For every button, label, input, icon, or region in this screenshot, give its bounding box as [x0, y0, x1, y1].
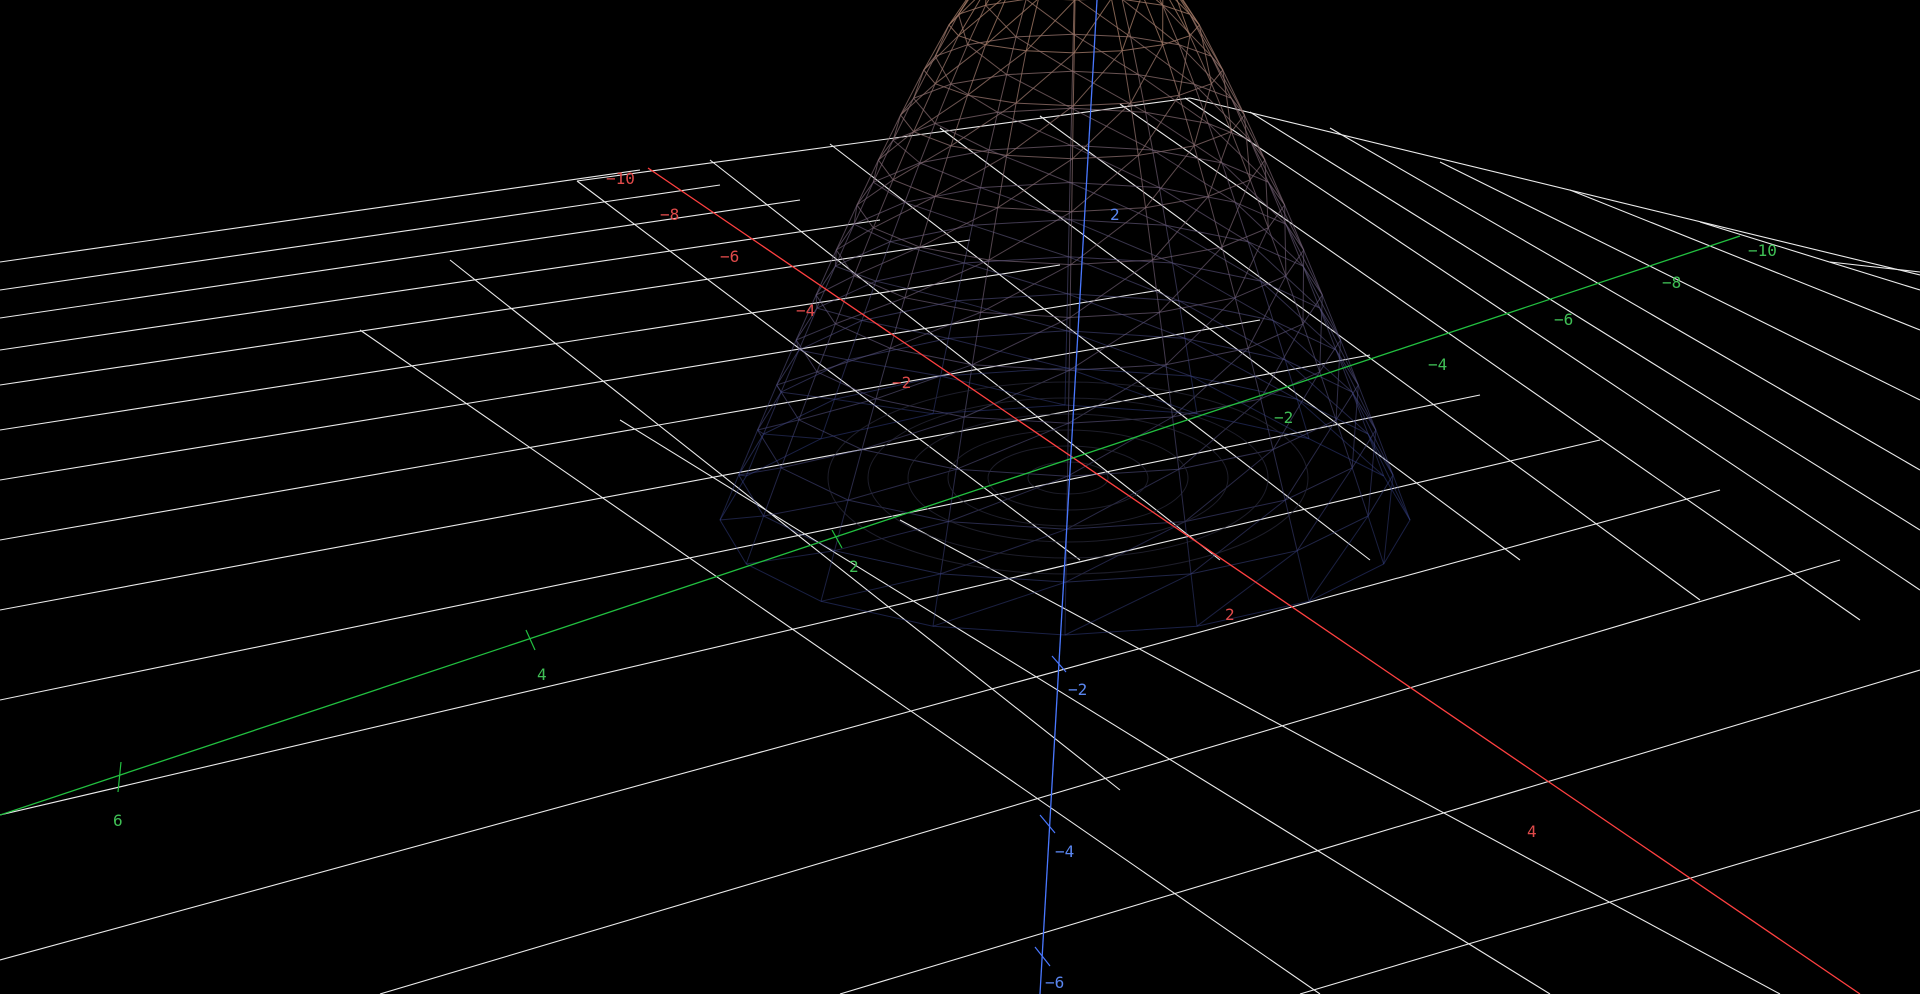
y-tick-label: −8	[1662, 273, 1681, 292]
y-tick-label: −6	[1554, 310, 1573, 329]
x-tick-label: −4	[796, 301, 815, 320]
y-tick-label: 2	[849, 557, 859, 576]
z-tick-label: −2	[1068, 680, 1087, 699]
x-tick-label: −6	[720, 247, 739, 266]
y-tick-label: 4	[537, 665, 547, 684]
x-tick-label: −10	[606, 169, 635, 188]
x-tick-label: 4	[1527, 822, 1537, 841]
3d-viewport[interactable]: −10 −8 −6 −4 −2 2 4 −10 −8 −6 −4 −2 2 4 …	[0, 0, 1920, 994]
x-tick-label: 2	[1225, 605, 1235, 624]
z-tick-label: 2	[1110, 205, 1120, 224]
y-tick-label: −4	[1428, 355, 1447, 374]
x-tick-label: −2	[892, 373, 911, 392]
y-tick-label: −2	[1274, 408, 1293, 427]
y-tick-label: 6	[113, 811, 123, 830]
viewport-background	[0, 0, 1920, 994]
z-tick-label: −6	[1045, 973, 1064, 992]
x-tick-label: −8	[660, 205, 679, 224]
z-tick-label: −4	[1055, 842, 1074, 861]
y-tick-label: −10	[1748, 241, 1777, 260]
mesh-edge	[1302, 249, 1305, 324]
